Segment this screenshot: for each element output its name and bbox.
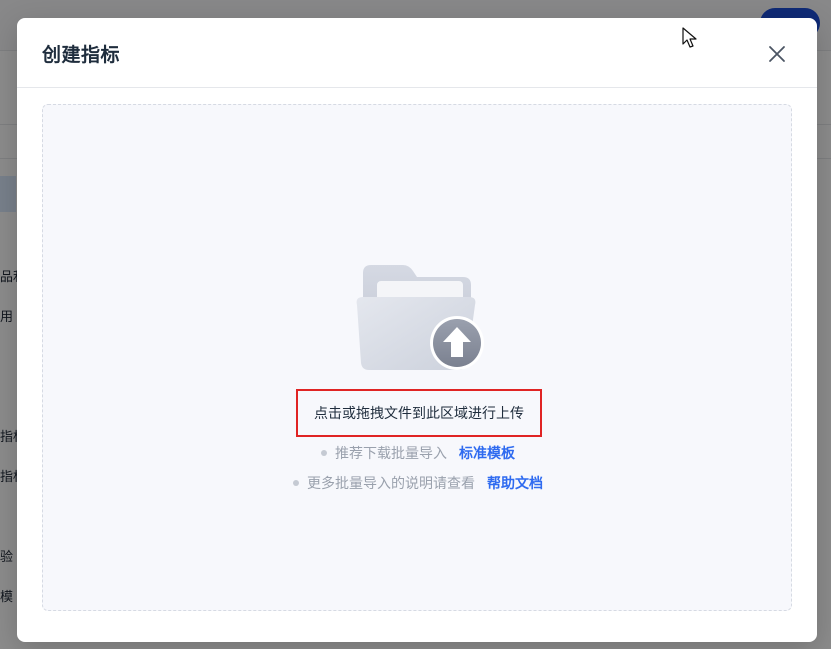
close-icon	[769, 46, 785, 62]
tip-template: 推荐下载批量导入 标准模板	[43, 443, 793, 463]
upload-hint-text: 点击或拖拽文件到此区域进行上传	[296, 389, 542, 437]
tip-template-text: 推荐下载批量导入	[335, 446, 447, 462]
create-metric-modal: 创建指标 点击或拖拽文件到此区域进行上传 推荐下载批量导入 标准模板 更多批量导…	[17, 18, 817, 642]
tip-help-text: 更多批量导入的说明请查看	[307, 476, 475, 492]
mouse-cursor-icon	[682, 27, 697, 48]
upload-dropzone[interactable]: 点击或拖拽文件到此区域进行上传 推荐下载批量导入 标准模板 更多批量导入的说明请…	[42, 104, 792, 611]
tip-help: 更多批量导入的说明请查看 帮助文档	[43, 473, 793, 493]
close-button[interactable]	[765, 42, 789, 66]
bullet-dot-icon	[293, 480, 299, 486]
standard-template-link[interactable]: 标准模板	[459, 443, 515, 463]
bullet-dot-icon	[321, 450, 327, 456]
folder-upload-icon	[356, 265, 484, 370]
help-doc-link[interactable]: 帮助文档	[487, 473, 543, 493]
modal-title: 创建指标	[42, 44, 121, 66]
